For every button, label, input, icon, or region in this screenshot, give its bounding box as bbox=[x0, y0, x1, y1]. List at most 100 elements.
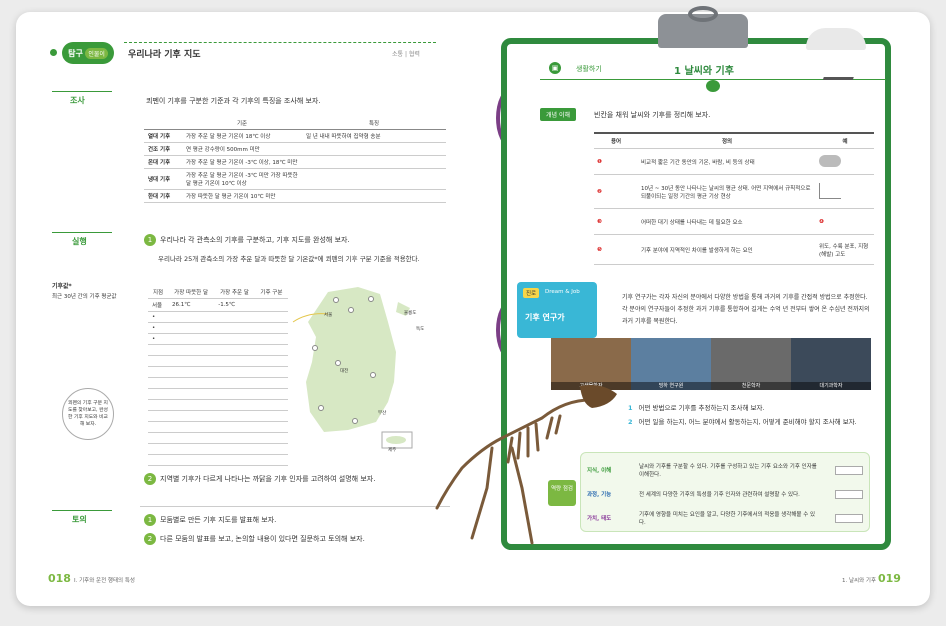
photo-atmospheric-scientist: 대기과학자 bbox=[791, 338, 871, 390]
row-feature bbox=[302, 142, 446, 156]
self-check-box[interactable] bbox=[835, 513, 863, 523]
map-marker-icon bbox=[318, 405, 324, 411]
divider bbox=[52, 232, 112, 233]
career-description: 기후 연구가는 각자 자신의 분야에서 다양한 방법을 통해 과거의 기후를 간… bbox=[622, 294, 870, 325]
table-row: 온대 기후 가장 추운 달 평균 기온이 -3℃ 이상, 18℃ 미만 bbox=[144, 155, 446, 169]
step-number: 2 bbox=[144, 473, 156, 485]
beach-umbrella-icon bbox=[806, 28, 866, 50]
page-number-left: 018 bbox=[48, 572, 71, 585]
question-text: 어떤 일을 하는지, 어느 분야에서 활동하는지, 어떻게 준비해야 할지 조사… bbox=[638, 418, 857, 426]
badge-label: 탐구 bbox=[68, 48, 83, 58]
career-question-1: 1 어떤 방법으로 기후를 추정하는지 조사해 보자. bbox=[628, 404, 765, 412]
photo-caption: 대기과학자 bbox=[791, 382, 871, 390]
photo-caption: 천문학자 bbox=[711, 382, 791, 390]
eval-category: 과정, 기능 bbox=[587, 492, 612, 498]
map-label-daejeon: 대전 bbox=[340, 369, 349, 374]
table-row: 한대 기후 가장 따뜻한 달 평균 기온이 10℃ 미만 bbox=[144, 189, 446, 203]
map-marker-icon bbox=[370, 372, 376, 378]
map-marker-icon bbox=[312, 345, 318, 351]
example: 위도, 수륙 분포, 지형(해발) 고도 bbox=[816, 234, 874, 265]
photo-astronomer: 천문학자 bbox=[711, 338, 791, 390]
eval-text: 기후에 영향을 미치는 요인을 알고, 다양한 기후에서의 적응을 생각해볼 수… bbox=[639, 512, 816, 526]
climate-graph-icon bbox=[819, 182, 841, 199]
photo-glacier-researcher: 빙하 연구원 bbox=[631, 338, 711, 390]
calendar-icon: ▣ bbox=[549, 62, 561, 74]
eval-row: 과정, 기능 전 세계의 다양한 기후의 특성을 기후 인자와 관련하여 설명할 … bbox=[587, 483, 863, 505]
cell: 26.1℃ bbox=[168, 298, 215, 312]
eval-text: 전 세계의 다양한 기후의 특성을 기후 인자와 관련하여 설명할 수 있다. bbox=[639, 492, 800, 498]
photo-caption: 빙하 연구원 bbox=[631, 382, 711, 390]
career-subtitle: Dream & Job bbox=[545, 289, 580, 295]
cloud-icon bbox=[706, 80, 720, 92]
col-header: 가장 추운 달 bbox=[214, 286, 255, 299]
col-header: 지점 bbox=[148, 286, 168, 299]
row-criteria: 연 평균 강수량이 500mm 미만 bbox=[182, 142, 302, 156]
row-name: 건조 기후 bbox=[144, 142, 182, 156]
map-label-ulleung: 울릉도 bbox=[404, 311, 417, 316]
col-header: 예 bbox=[816, 132, 874, 149]
section-label-practice: 실행 bbox=[72, 237, 87, 246]
footer-left: I. 기후와 운전 행태의 특성 bbox=[74, 578, 135, 584]
row-criteria: 가장 추운 달 평균 기온이 -3℃ 이상, 18℃ 미만 bbox=[182, 155, 302, 169]
map-marker-icon bbox=[333, 297, 339, 303]
self-check-box[interactable] bbox=[835, 489, 863, 499]
cell: -1.5℃ bbox=[214, 298, 255, 312]
step-1-text: 우리나라 각 관측소의 기후를 구분하고, 기후 지도를 완성해 보자. bbox=[160, 236, 350, 244]
concept-instruction: 빈칸을 채워 날씨와 기후를 정리해 보자. bbox=[594, 111, 711, 119]
tab-label: 생활하기 bbox=[576, 65, 602, 73]
table-row: 건조 기후 연 평균 강수량이 500mm 미만 bbox=[144, 142, 446, 156]
step-number: 1 bbox=[144, 234, 156, 246]
inquiry-badge: 탐구 인물이 bbox=[62, 42, 114, 64]
step-2: 2 지역별 기후가 다르게 나타나는 까닭을 기후 인자를 고려하여 설명해 보자… bbox=[144, 473, 375, 485]
career-card: 진로 Dream & Job 기후 연구가 bbox=[517, 282, 597, 338]
example: ❹ bbox=[816, 208, 874, 235]
section-dot bbox=[50, 49, 57, 56]
career-title: 기후 연구가 bbox=[525, 313, 565, 322]
clipboard-clip bbox=[658, 6, 748, 48]
blank-number: ❺ bbox=[594, 234, 638, 265]
self-check-box[interactable] bbox=[835, 465, 863, 475]
col-header: 기후 구분 bbox=[254, 286, 288, 299]
competency-tags: 소통 | 협력 bbox=[392, 51, 420, 58]
eval-text: 날씨와 기후를 구분할 수 있다. 기후를 구성하고 있는 기후 요소와 기후 … bbox=[639, 464, 817, 478]
col-header: 가장 따뜻한 달 bbox=[168, 286, 215, 299]
row-feature: 일 년 내내 따뜻하여 집약형 송분 bbox=[302, 129, 446, 143]
table-row: ❷ 10년 ~ 30년 동안 나타나는 날씨의 평균 상태. 어떤 지역에서 규칙… bbox=[594, 174, 874, 209]
footer-right: 1. 날씨와 기후 bbox=[842, 578, 877, 584]
map-label-busan: 부산 bbox=[378, 411, 387, 416]
row-name: 온대 기후 bbox=[144, 155, 182, 169]
discussion-2: 2 다른 모둠의 발표를 보고, 논의할 내용이 있다면 질문하고 토의해 보자. bbox=[144, 533, 365, 545]
definition: 어떠한 대기 상태를 나타내는 데 필요한 요소 bbox=[638, 208, 816, 235]
section-label-discuss: 토의 bbox=[72, 515, 87, 524]
survey-instruction: 쾨펜이 기후를 구분한 기준과 각 기후의 특징을 조사해 보자. bbox=[146, 97, 321, 105]
career-question-2: 2 어떤 일을 하는지, 어느 분야에서 활동하는지, 어떻게 준비해야 할지 조… bbox=[628, 418, 857, 426]
divider bbox=[52, 510, 112, 511]
map-marker-icon bbox=[368, 296, 374, 302]
definition: 기후 분야에 지역적인 차이를 발생하게 하는 요인 bbox=[638, 234, 816, 265]
row-name: 한대 기후 bbox=[144, 189, 182, 203]
blank-number: ❶ bbox=[594, 148, 638, 175]
col-header: 용어 bbox=[594, 132, 638, 149]
map-label-jeju: 제주 bbox=[388, 448, 397, 453]
divider bbox=[52, 91, 112, 92]
divider bbox=[140, 506, 450, 507]
row-name: 냉대 기후 bbox=[144, 168, 182, 190]
weather-climate-table: 용어 정의 예 ❶ 비교적 짧은 기간 동안의 기온, 바람, 비 등의 상태 ❷ 10… bbox=[594, 132, 874, 265]
definition: 비교적 짧은 기간 동안의 기온, 바람, 비 등의 상태 bbox=[638, 148, 816, 175]
title-rule bbox=[124, 42, 436, 43]
discussion-circle: 쾨펜의 기후 구분 지도를 찾아보고, 완성한 기후 지도와 비교해 보자. bbox=[62, 388, 114, 440]
discussion-1: 1 모둠별로 만든 기후 지도를 발표해 보자. bbox=[144, 514, 276, 526]
table-row: 냉대 기후 가장 추운 달 평균 기온이 -3℃ 미만 가장 따뜻한 달 평균 기… bbox=[144, 168, 446, 190]
blank-number: ❸ bbox=[594, 208, 638, 235]
col-header: 기준 bbox=[182, 117, 302, 130]
eval-category: 지식, 이해 bbox=[587, 468, 612, 474]
note-title: 기후값* bbox=[52, 283, 72, 290]
blank-number: ❷ bbox=[594, 174, 638, 209]
section-label-survey: 조사 bbox=[70, 96, 85, 105]
eval-row: 가치, 태도 기후에 영향을 미치는 요인을 알고, 다양한 기후에서의 적응을 … bbox=[587, 507, 863, 529]
step-number: 1 bbox=[144, 514, 156, 526]
climate-criteria-table: 기준 특징 열대 기후 가장 추운 달 평균 기온이 18℃ 이상 일 년 내내 따뜻… bbox=[144, 117, 446, 203]
discussion-2-text: 다른 모둠의 발표를 보고, 논의할 내용이 있다면 질문하고 토의해 보자. bbox=[160, 535, 365, 543]
note-text: 최근 30년 간의 기후 평균값 bbox=[52, 294, 117, 300]
row-feature bbox=[302, 155, 446, 169]
